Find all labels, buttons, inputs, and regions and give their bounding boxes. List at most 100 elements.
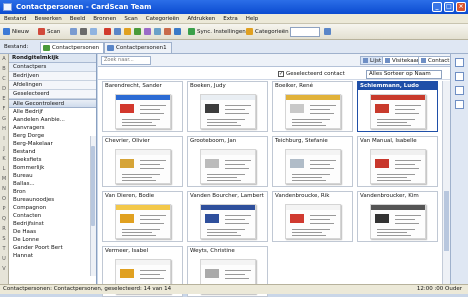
menu-afdrukken[interactable]: Afdrukken xyxy=(183,14,219,24)
menu-beeld[interactable]: Beeld xyxy=(66,14,90,24)
details-icon[interactable] xyxy=(455,72,464,81)
panel-icon[interactable] xyxy=(455,58,464,67)
nav-item[interactable]: Berg-Makelaar xyxy=(9,140,96,148)
contact-card[interactable]: Chevrier, Olivier xyxy=(102,136,183,187)
contact-card[interactable]: Schiemmann, Ludo xyxy=(357,81,438,132)
tab-contactpersonen1[interactable]: Contactpersonen1 xyxy=(104,42,172,53)
sort-select[interactable]: Alles Sorteer op Naam xyxy=(366,70,442,79)
print-icon[interactable] xyxy=(80,28,87,35)
main-scrollbar-thumb[interactable] xyxy=(444,191,449,251)
export-icon[interactable] xyxy=(134,28,141,35)
contact-card[interactable]: Vandenbroucker, Kim xyxy=(357,191,438,242)
phone-icon[interactable] xyxy=(164,28,171,35)
alpha-n[interactable]: N xyxy=(0,184,8,194)
notes-icon[interactable] xyxy=(455,100,464,109)
alpha-g[interactable]: G xyxy=(0,114,8,124)
nav-item[interactable]: Contacten xyxy=(9,212,96,220)
alpha-h[interactable]: H xyxy=(0,124,8,134)
alpha-s[interactable]: S xyxy=(0,234,8,244)
alpha-f[interactable]: F xyxy=(0,104,8,114)
scan-button[interactable]: Scan xyxy=(38,27,60,37)
nav-item[interactable]: Bommerlijk xyxy=(9,164,96,172)
nav-item[interactable]: Ballas... xyxy=(9,180,96,188)
nav-item[interactable]: De Haas xyxy=(9,228,96,236)
tab-contactpersonen[interactable]: Contactpersonen xyxy=(40,42,105,53)
nav-scrollbar-thumb[interactable] xyxy=(91,146,95,226)
minimize-button[interactable]: _ xyxy=(432,2,442,12)
contact-card[interactable]: Vandenbroucke, Rik xyxy=(272,191,353,242)
menu-scan[interactable]: Scan xyxy=(120,14,141,24)
email-icon[interactable] xyxy=(90,28,97,35)
alpha-j[interactable]: J xyxy=(0,144,8,154)
contact-card[interactable]: Van Dieren, Bodie xyxy=(102,191,183,242)
alpha-d[interactable]: D xyxy=(0,84,8,94)
contact-card[interactable]: Teichburg, Stefanie xyxy=(272,136,353,187)
nav-item[interactable]: De Lonne xyxy=(9,236,96,244)
nav-item[interactable]: Bureaunoodjes xyxy=(9,196,96,204)
nav-group-bedrijven[interactable]: Bedrijven xyxy=(9,72,96,81)
notes-icon[interactable] xyxy=(154,28,161,35)
nav-item[interactable]: Aanvragers xyxy=(9,124,96,132)
alpha-b[interactable]: B xyxy=(0,64,8,74)
contact-card[interactable]: Vanden Bourcher, Lambert xyxy=(187,191,268,242)
alpha-a[interactable]: A xyxy=(0,54,8,64)
copy-icon[interactable] xyxy=(114,28,121,35)
nav-item[interactable]: Bron xyxy=(9,188,96,196)
web-icon[interactable] xyxy=(174,28,181,35)
category-select[interactable] xyxy=(290,27,320,37)
selected-contact-checkbox[interactable]: ✓ xyxy=(278,71,284,77)
main-scrollbar[interactable] xyxy=(442,81,450,284)
menu-bewerken[interactable]: Bewerken xyxy=(31,14,66,24)
alpha-r[interactable]: R xyxy=(0,224,8,234)
nav-item[interactable]: Compagnon xyxy=(9,204,96,212)
view-contact-button[interactable]: Contact xyxy=(418,56,454,65)
sync-button[interactable]: Sync. Instellingen xyxy=(188,27,246,37)
alpha-k[interactable]: K xyxy=(0,154,8,164)
alpha-c[interactable]: C xyxy=(0,74,8,84)
nav-filter-bar[interactable]: Alle Gecontroleerd xyxy=(9,99,96,108)
nav-item[interactable]: Berg Dorge xyxy=(9,132,96,140)
contact-card[interactable]: Boeken, Judy xyxy=(187,81,268,132)
alpha-p[interactable]: P xyxy=(0,204,8,214)
alpha-u[interactable]: U xyxy=(0,254,8,264)
nav-item[interactable]: Hannat xyxy=(9,252,96,260)
filter-icon[interactable] xyxy=(324,28,331,35)
categories-button[interactable]: Categorieën xyxy=(246,27,289,37)
maximize-button[interactable]: □ xyxy=(444,2,454,12)
calendar-icon[interactable] xyxy=(144,28,151,35)
nav-item[interactable]: Bestand xyxy=(9,148,96,156)
folder-icon[interactable] xyxy=(124,28,131,35)
contact-card[interactable]: Grooteboom, Jan xyxy=(187,136,268,187)
alpha-v[interactable]: V xyxy=(0,264,8,274)
nav-item[interactable]: Alle Bedrijf xyxy=(9,108,96,116)
contact-card[interactable]: Barendrecht, Sander xyxy=(102,81,183,132)
alpha-t[interactable]: T xyxy=(0,244,8,254)
menu-bronnen[interactable]: Bronnen xyxy=(89,14,120,24)
menu-categorieen[interactable]: Categorieën xyxy=(142,14,184,24)
contact-card[interactable]: Boeiker, René xyxy=(272,81,353,132)
nav-item[interactable]: Bedrijfsinst xyxy=(9,220,96,228)
alpha-m[interactable]: M xyxy=(0,174,8,184)
menu-help[interactable]: Help xyxy=(242,14,263,24)
nav-item[interactable]: Bureau xyxy=(9,172,96,180)
close-button[interactable]: × xyxy=(456,2,466,12)
nav-item[interactable]: Boeksfiets xyxy=(9,156,96,164)
alpha-q[interactable]: Q xyxy=(0,214,8,224)
nav-item[interactable]: Aandelen Aanbie... xyxy=(9,116,96,124)
alpha-i[interactable]: I xyxy=(0,134,8,144)
search-input[interactable]: Zoek naar... xyxy=(101,56,151,65)
alpha-e[interactable]: E xyxy=(0,94,8,104)
menu-bestand[interactable]: Bestand xyxy=(0,14,31,24)
alpha-l[interactable]: L xyxy=(0,164,8,174)
menu-extra[interactable]: Extra xyxy=(219,14,242,24)
nav-item[interactable]: Gander Poort Bert xyxy=(9,244,96,252)
image-icon[interactable] xyxy=(455,86,464,95)
nav-group-afdelingen[interactable]: Afdelingen xyxy=(9,81,96,90)
alpha-o[interactable]: O xyxy=(0,194,8,204)
nav-group-contactpers[interactable]: Contactpers xyxy=(9,63,96,72)
contact-card[interactable]: Van Manual, Isabelle xyxy=(357,136,438,187)
delete-icon[interactable] xyxy=(104,28,111,35)
open-icon[interactable] xyxy=(70,28,77,35)
new-button[interactable]: Nieuw xyxy=(3,27,29,37)
nav-group-geselecteerd[interactable]: Geselecteerd xyxy=(9,90,96,99)
